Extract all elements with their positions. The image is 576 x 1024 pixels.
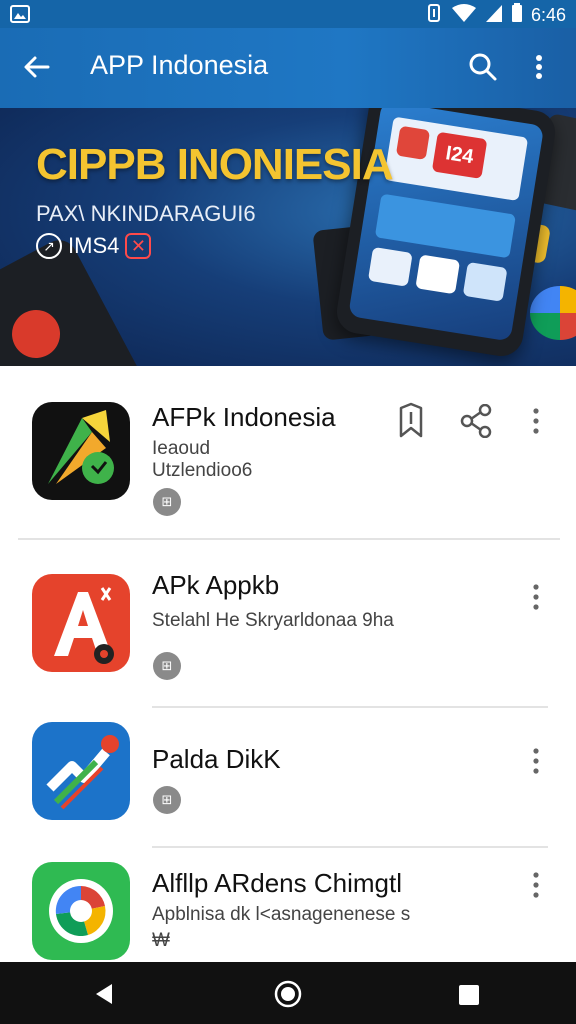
cellular-signal-icon (485, 3, 503, 28)
app-badge: ⊞ (153, 488, 181, 516)
app-name: APk Appkb (152, 570, 280, 600)
app-name: Palda DikK (152, 744, 281, 774)
item-overflow-menu-icon[interactable] (526, 582, 546, 612)
banner-tagline-text: IMS4 (68, 233, 120, 258)
app-logo-icon (32, 722, 130, 820)
app-subtitle-2: Utzlendioo6 (152, 460, 253, 481)
share-icon[interactable] (460, 403, 492, 439)
status-bar: 6:46 (0, 0, 576, 28)
app-subtitle: Apblnisa dk l<asnagenenese s (152, 904, 411, 925)
info-icon: ↗ (36, 233, 62, 259)
banner-tagline: ↗ IMS4 ✕ (36, 233, 152, 259)
app-bar: APP Indonesia (0, 28, 576, 108)
app-subtitle: Ieaoud (152, 438, 211, 459)
app-logo-icon (32, 402, 130, 500)
vibrate-icon (425, 3, 443, 28)
app-badge: ⊞ (153, 652, 181, 680)
clock-time: 6:46 (530, 5, 566, 25)
gallery-notification-icon (10, 4, 30, 29)
banner-phone-text: I24 (431, 131, 488, 179)
list-item[interactable]: APk Appkb Stelahl He Skryarldonaa 9ha ⊞ (0, 540, 576, 706)
app-name: Alfllp ARdens Chimgtl (152, 868, 402, 898)
home-nav-icon[interactable] (274, 980, 302, 1008)
list-item[interactable]: Palda DikK ⊞ (0, 708, 576, 846)
item-overflow-menu-icon[interactable] (526, 870, 546, 900)
wifi-icon (451, 3, 477, 28)
page-title: APP Indonesia (90, 50, 269, 80)
app-logo-icon (32, 574, 130, 672)
app-logo-icon (32, 862, 130, 960)
app-subtitle-2: ₩ (152, 930, 170, 951)
banner-app-logo (530, 286, 576, 340)
list-item[interactable]: AFPk Indonesia Ieaoud Utzlendioo6 ⊞ (0, 366, 576, 538)
list-item[interactable]: Alfllp ARdens Chimgtl Apblnisa dk l<asna… (0, 848, 576, 962)
banner-headline: CIPPB INONIESIA (36, 140, 394, 189)
close-box-icon: ✕ (125, 233, 152, 259)
back-nav-icon[interactable] (92, 982, 116, 1006)
item-overflow-menu-icon[interactable] (526, 746, 546, 776)
system-navigation-bar (0, 962, 576, 1024)
app-name: AFPk Indonesia (152, 402, 336, 432)
back-arrow-icon[interactable] (20, 50, 54, 84)
item-overflow-menu-icon[interactable] (526, 406, 546, 436)
app-subtitle: Stelahl He Skryarldonaa 9ha (152, 610, 394, 631)
app-list: AFPk Indonesia Ieaoud Utzlendioo6 ⊞ APk … (0, 366, 576, 962)
battery-icon (511, 3, 523, 28)
bookmark-icon[interactable] (396, 402, 426, 438)
search-icon[interactable] (466, 50, 500, 84)
banner-subline: PAX\ NKINDARAGUI6 (36, 201, 256, 226)
promo-banner[interactable]: I24 CIPPB INONIESIA PAX\ NKINDARAGUI6 ↗ … (0, 108, 576, 366)
app-badge: ⊞ (153, 786, 181, 814)
overflow-menu-icon[interactable] (528, 50, 550, 84)
recents-nav-icon[interactable] (458, 984, 480, 1006)
